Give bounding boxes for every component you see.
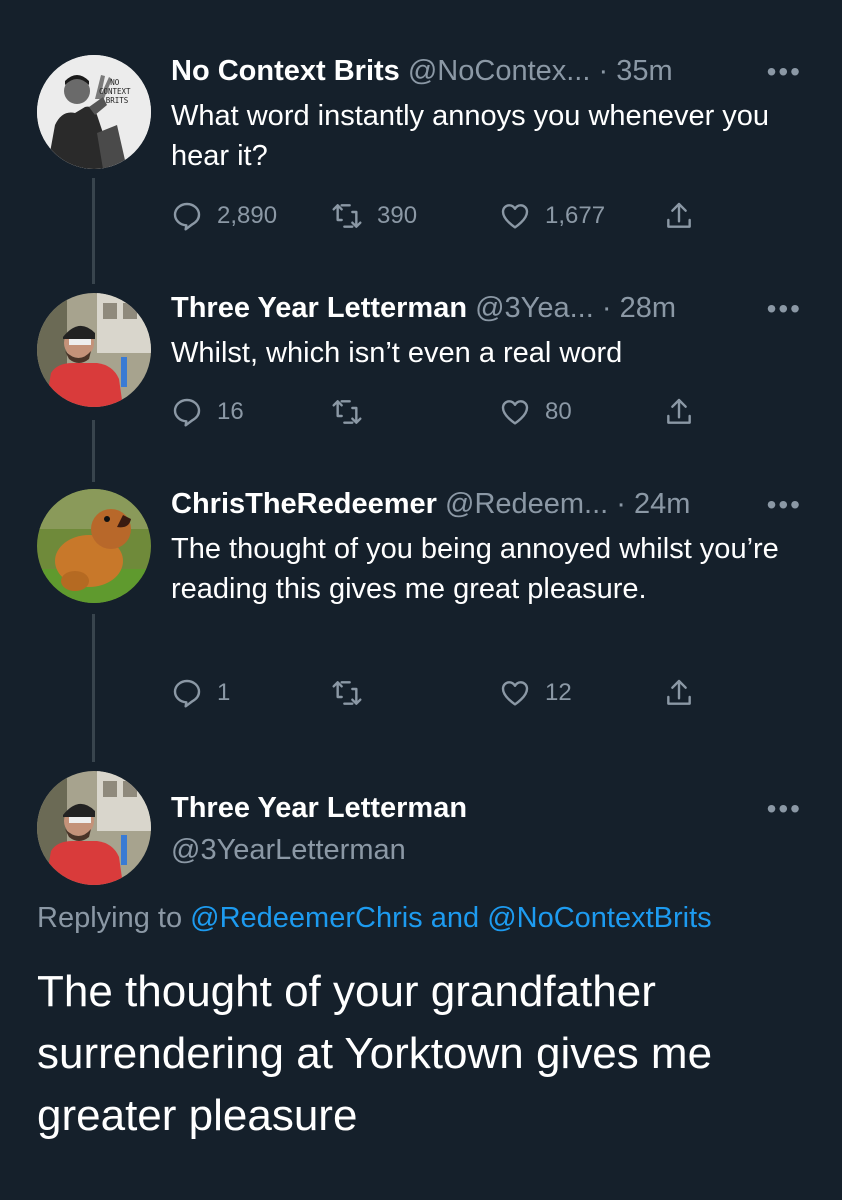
tweet-actions: 16 80 [171,394,711,430]
share-button[interactable] [663,394,695,430]
tweet-actions: 1 12 [171,675,711,711]
retweet-icon [332,204,362,228]
tweet-actions: 2,890 390 1,677 [171,198,711,234]
display-name[interactable]: ChrisTheRedeemer [171,488,437,520]
replying-to: Replying to @RedeemerChris and @NoContex… [37,902,712,935]
like-icon [501,681,529,706]
more-icon[interactable]: ••• [767,58,802,86]
reply-icon [173,679,201,708]
like-icon [501,400,529,425]
like-button[interactable]: 12 [499,675,572,711]
tweet-text: Whilst, which isn’t even a real word [171,337,623,369]
thread-line [92,420,95,482]
tweet-text: What word instantly annoys you whenever … [171,100,770,172]
retweet-icon [332,400,362,424]
main-tweet-handle: @3YearLetterman [171,833,802,867]
share-icon [667,679,691,705]
avatar-image: NO CONTEXT BRITS [37,55,151,169]
retweet-button[interactable] [331,675,377,711]
reply-button[interactable]: 16 [171,394,244,430]
thread-line [92,614,95,762]
timestamp[interactable]: · 35m [599,55,673,87]
display-name[interactable]: Three Year Letterman [171,792,467,824]
mention-link[interactable]: @RedeemerChris [190,902,423,934]
share-button[interactable] [663,198,695,234]
tweet-header: ChrisTheRedeemer @Redeem... · 24m [171,487,802,521]
like-button[interactable]: 80 [499,394,572,430]
reply-icon [173,202,201,231]
tweet-header: No Context Brits @NoContex... · 35m [171,54,802,88]
tweet-header: Three Year Letterman @3Yea... · 28m [171,291,802,325]
reply-count: 2,890 [217,202,278,229]
avatar[interactable] [37,293,151,407]
mention-link[interactable]: @NoContextBrits [487,902,711,934]
reply-icon [173,398,201,427]
reply-button[interactable]: 1 [171,675,230,711]
like-icon [501,204,529,229]
avatar-image [37,489,151,603]
tweet-text: The thought of you being annoyed whilst … [171,533,779,605]
handle[interactable]: @3Yea... [475,292,594,324]
reply-count: 16 [217,398,244,425]
main-tweet-name: Three Year Letterman [171,791,802,825]
mention-and: and [430,902,480,934]
timestamp[interactable]: · 28m [602,292,676,324]
retweet-button[interactable] [331,394,377,430]
reply-button[interactable]: 2,890 [171,198,277,234]
more-icon[interactable]: ••• [767,491,802,519]
share-icon [667,398,691,424]
reply-count: 1 [217,679,231,706]
share-button[interactable] [663,675,695,711]
retweet-icon [332,681,362,705]
avatar[interactable] [37,489,151,603]
more-icon[interactable]: ••• [767,795,802,823]
like-count: 80 [545,398,572,425]
display-name[interactable]: Three Year Letterman [171,292,467,324]
retweet-button[interactable]: 390 [331,198,417,234]
avatar-image [37,293,151,407]
handle[interactable]: @3YearLetterman [171,834,406,866]
main-tweet-text: The thought of your grandfather surrende… [37,967,713,1140]
more-icon[interactable]: ••• [767,295,802,323]
like-count: 1,677 [545,202,606,229]
thread-line [92,178,95,284]
avatar-image [37,771,151,885]
replying-prefix: Replying to [37,902,183,934]
retweet-count: 390 [377,202,418,229]
share-icon [667,202,691,228]
like-count: 12 [545,679,572,706]
avatar[interactable]: NO CONTEXT BRITS [37,55,151,169]
like-button[interactable]: 1,677 [499,198,605,234]
handle[interactable]: @Redeem... [445,488,608,520]
avatar[interactable] [37,771,151,885]
handle[interactable]: @NoContex... [408,55,591,87]
timestamp[interactable]: · 24m [616,488,690,520]
display-name[interactable]: No Context Brits [171,55,400,87]
